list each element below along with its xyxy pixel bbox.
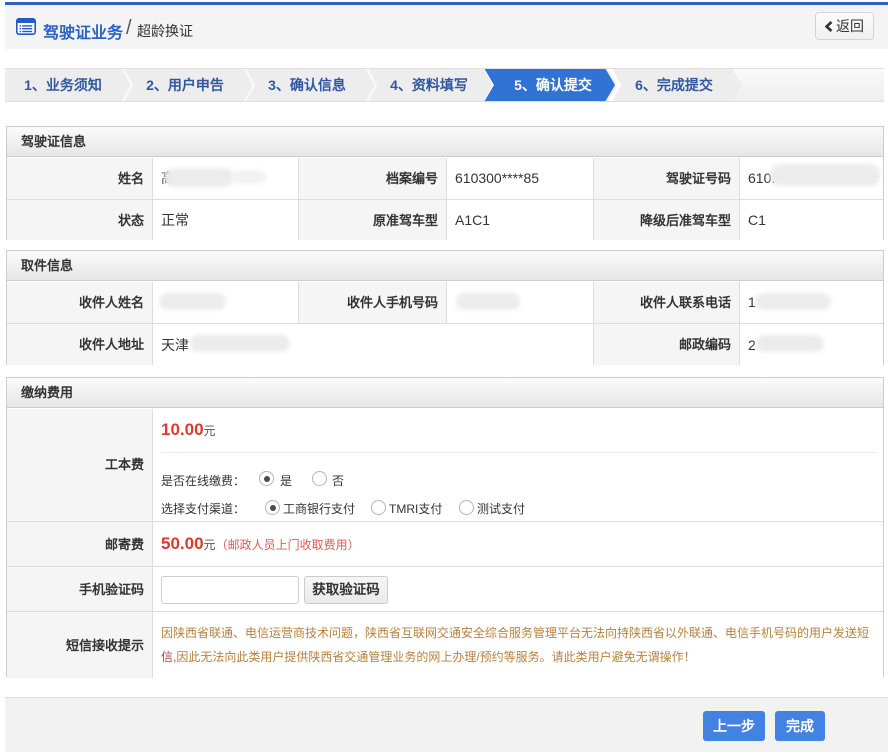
- svg-text:5、确认提交: 5、确认提交: [514, 77, 592, 93]
- svg-text:1、业务须知: 1、业务须知: [24, 77, 102, 93]
- svg-text:2、用户申告: 2、用户申告: [146, 77, 224, 93]
- svg-text:3、确认信息: 3、确认信息: [268, 77, 346, 93]
- svg-text:6、完成提交: 6、完成提交: [635, 77, 713, 93]
- svg-text:4、资料填写: 4、资料填写: [390, 77, 468, 93]
